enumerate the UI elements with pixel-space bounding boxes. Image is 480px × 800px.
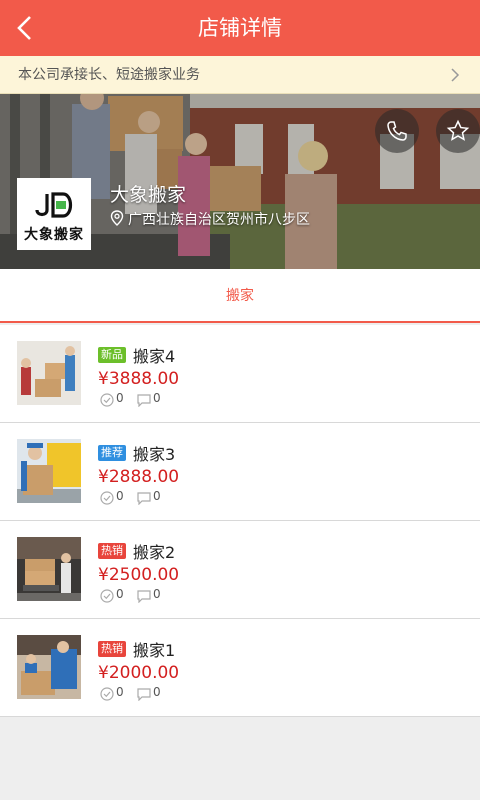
comment-icon xyxy=(137,688,151,701)
shop-logo: 大象搬家 xyxy=(17,178,91,250)
like-count: 0 xyxy=(116,489,124,503)
product-title: 搬家1 xyxy=(133,641,176,660)
comment-icon xyxy=(137,492,151,505)
comment-icon xyxy=(137,394,151,407)
product-list: 新品 搬家4 ¥3888.00 0 0 推荐 搬家3 ¥2888.00 0 0 … xyxy=(0,325,480,717)
like-icon xyxy=(100,491,114,505)
list-item[interactable]: 新品 搬家4 ¥3888.00 0 0 xyxy=(0,325,480,423)
like-icon xyxy=(100,687,114,701)
like-icon xyxy=(100,589,114,603)
like-count: 0 xyxy=(116,587,124,601)
category-tabs: 搬家 xyxy=(0,269,480,323)
product-title: 搬家2 xyxy=(133,543,176,562)
like-count: 0 xyxy=(116,391,124,405)
shop-name: 大象搬家 xyxy=(110,184,187,206)
top-bar: 店铺详情 xyxy=(0,0,480,56)
notice-bar[interactable]: 本公司承接长、短途搬家业务 xyxy=(0,56,480,94)
product-thumbnail xyxy=(17,537,81,601)
star-icon xyxy=(446,119,470,141)
like-icon xyxy=(100,393,114,407)
product-title: 搬家4 xyxy=(133,347,176,366)
shop-banner: 大象搬家 大象搬家 广西壮族自治区贺州市八步区 xyxy=(0,94,480,269)
notice-text: 本公司承接长、短途搬家业务 xyxy=(18,67,200,83)
comment-count: 0 xyxy=(153,489,161,503)
list-item[interactable]: 热销 搬家1 ¥2000.00 0 0 xyxy=(0,619,480,717)
badge-recommended: 推荐 xyxy=(98,445,126,461)
shop-address: 广西壮族自治区贺州市八步区 xyxy=(128,212,310,228)
comment-count: 0 xyxy=(153,685,161,699)
product-price: ¥3888.00 xyxy=(98,369,180,389)
product-thumbnail xyxy=(17,341,81,405)
logo-mark xyxy=(35,192,73,218)
favorite-button[interactable] xyxy=(436,109,480,153)
product-price: ¥2888.00 xyxy=(98,467,180,487)
product-title: 搬家3 xyxy=(133,445,176,464)
logo-text: 大象搬家 xyxy=(24,227,84,243)
product-price: ¥2500.00 xyxy=(98,565,180,585)
comment-count: 0 xyxy=(153,391,161,405)
phone-icon xyxy=(387,121,407,141)
product-thumbnail xyxy=(17,439,81,503)
tab-moving[interactable]: 搬家 xyxy=(0,269,480,323)
comment-icon xyxy=(137,590,151,603)
list-item[interactable]: 推荐 搬家3 ¥2888.00 0 0 xyxy=(0,423,480,521)
badge-new: 新品 xyxy=(98,347,126,363)
badge-hot: 热销 xyxy=(98,641,126,657)
page-title: 店铺详情 xyxy=(198,16,282,40)
chevron-right-icon xyxy=(451,68,460,82)
comment-count: 0 xyxy=(153,587,161,601)
location-pin-icon xyxy=(110,210,124,226)
list-item[interactable]: 热销 搬家2 ¥2500.00 0 0 xyxy=(0,521,480,619)
product-price: ¥2000.00 xyxy=(98,663,180,683)
like-count: 0 xyxy=(116,685,124,699)
badge-hot: 热销 xyxy=(98,543,126,559)
product-thumbnail xyxy=(17,635,81,699)
phone-button[interactable] xyxy=(375,109,419,153)
